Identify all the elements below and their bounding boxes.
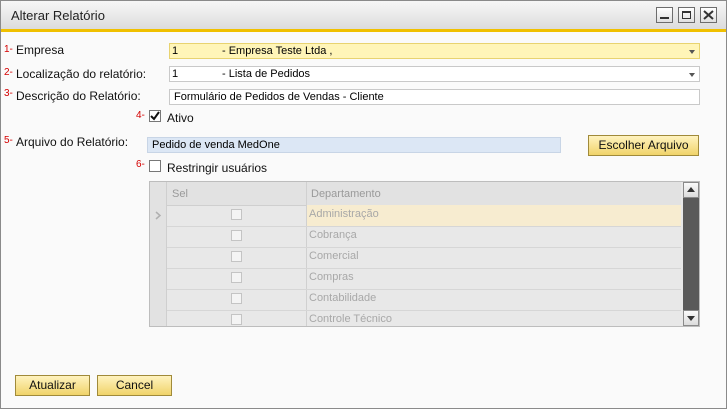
sel-checkbox[interactable]: [231, 209, 242, 220]
empresa-number: 1-: [4, 44, 13, 55]
sel-checkbox[interactable]: [231, 230, 242, 241]
column-header-sel[interactable]: Sel: [167, 182, 306, 206]
sel-checkbox[interactable]: [231, 314, 242, 325]
table-row[interactable]: Administração: [150, 205, 681, 227]
arquivo-value: Pedido de venda MedOne: [152, 139, 280, 151]
table-row[interactable]: Comercial: [150, 247, 681, 269]
vertical-scrollbar[interactable]: [683, 182, 699, 326]
escolher-arquivo-button[interactable]: Escolher Arquivo: [588, 135, 699, 156]
table-row[interactable]: Compras: [150, 268, 681, 290]
restringir-number: 6-: [136, 159, 145, 170]
arquivo-field[interactable]: Pedido de venda MedOne: [147, 137, 561, 153]
empresa-code: 1: [172, 45, 179, 57]
close-button[interactable]: [700, 7, 717, 23]
restringir-checkbox[interactable]: [149, 160, 161, 172]
row-header[interactable]: [150, 268, 167, 289]
descricao-input[interactable]: Formulário de Pedidos de Vendas - Client…: [169, 89, 700, 105]
maximize-button[interactable]: [678, 7, 695, 23]
sel-checkbox[interactable]: [231, 251, 242, 262]
departamento-cell: Contabilidade: [309, 292, 377, 304]
minimize-button[interactable]: [656, 7, 673, 23]
departamento-cell: Controle Técnico: [309, 313, 392, 325]
chevron-down-icon: [689, 73, 695, 77]
ativo-checkbox[interactable]: [149, 110, 161, 122]
alterar-relatorio-window: Alterar Relatório 1- Empresa 1 - Empresa…: [0, 0, 727, 409]
ativo-label: Ativo: [167, 111, 194, 125]
localizacao-label: Localização do relatório:: [16, 67, 147, 81]
arrow-down-icon: [687, 316, 695, 321]
departamento-cell: Comercial: [309, 250, 359, 262]
departamento-cell: Cobrança: [309, 229, 357, 241]
window-title: Alterar Relatório: [11, 8, 105, 23]
departamento-cell: Administração: [309, 208, 379, 220]
row-header[interactable]: [150, 226, 167, 247]
table-row[interactable]: Cobrança: [150, 226, 681, 248]
localizacao-select[interactable]: 1 - Lista de Pedidos: [169, 66, 700, 82]
checkmark-icon: [150, 111, 160, 121]
localizacao-value: - Lista de Pedidos: [222, 68, 311, 80]
scroll-up-button[interactable]: [683, 182, 699, 198]
chevron-right-icon: [155, 211, 162, 220]
atualizar-button[interactable]: Atualizar: [15, 375, 90, 396]
ativo-number: 4-: [136, 110, 145, 121]
descricao-number: 3-: [4, 88, 13, 99]
cancel-button[interactable]: Cancel: [97, 375, 172, 396]
row-header[interactable]: [150, 310, 167, 326]
scroll-down-button[interactable]: [683, 310, 699, 326]
row-header[interactable]: [150, 205, 167, 226]
empresa-label: Empresa: [16, 43, 65, 57]
chevron-down-icon: [689, 50, 695, 54]
descricao-label: Descrição do Relatório:: [16, 89, 141, 103]
title-bar[interactable]: Alterar Relatório: [1, 1, 726, 32]
grid-corner: [150, 182, 167, 207]
column-header-departamento[interactable]: Departamento: [307, 182, 681, 206]
table-row[interactable]: Contabilidade: [150, 289, 681, 311]
localizacao-number: 2-: [4, 67, 13, 78]
departamentos-grid: Sel Departamento Administração Cobrança …: [149, 181, 700, 327]
close-icon: [703, 10, 714, 20]
departamento-cell: Compras: [309, 271, 354, 283]
maximize-icon: [682, 11, 691, 19]
arquivo-number: 5-: [4, 135, 13, 146]
sel-checkbox[interactable]: [231, 272, 242, 283]
localizacao-code: 1: [172, 68, 179, 80]
row-header[interactable]: [150, 289, 167, 310]
restringir-label: Restringir usuários: [167, 161, 268, 175]
empresa-value: - Empresa Teste Ltda ,: [222, 45, 333, 57]
descricao-value: Formulário de Pedidos de Vendas - Client…: [174, 91, 384, 103]
empresa-select[interactable]: 1 - Empresa Teste Ltda ,: [169, 43, 700, 59]
arrow-up-icon: [687, 187, 695, 192]
table-row[interactable]: Controle Técnico: [150, 310, 681, 326]
row-header[interactable]: [150, 247, 167, 268]
sel-checkbox[interactable]: [231, 293, 242, 304]
minimize-icon: [660, 17, 669, 19]
arquivo-label: Arquivo do Relatório:: [16, 135, 129, 149]
